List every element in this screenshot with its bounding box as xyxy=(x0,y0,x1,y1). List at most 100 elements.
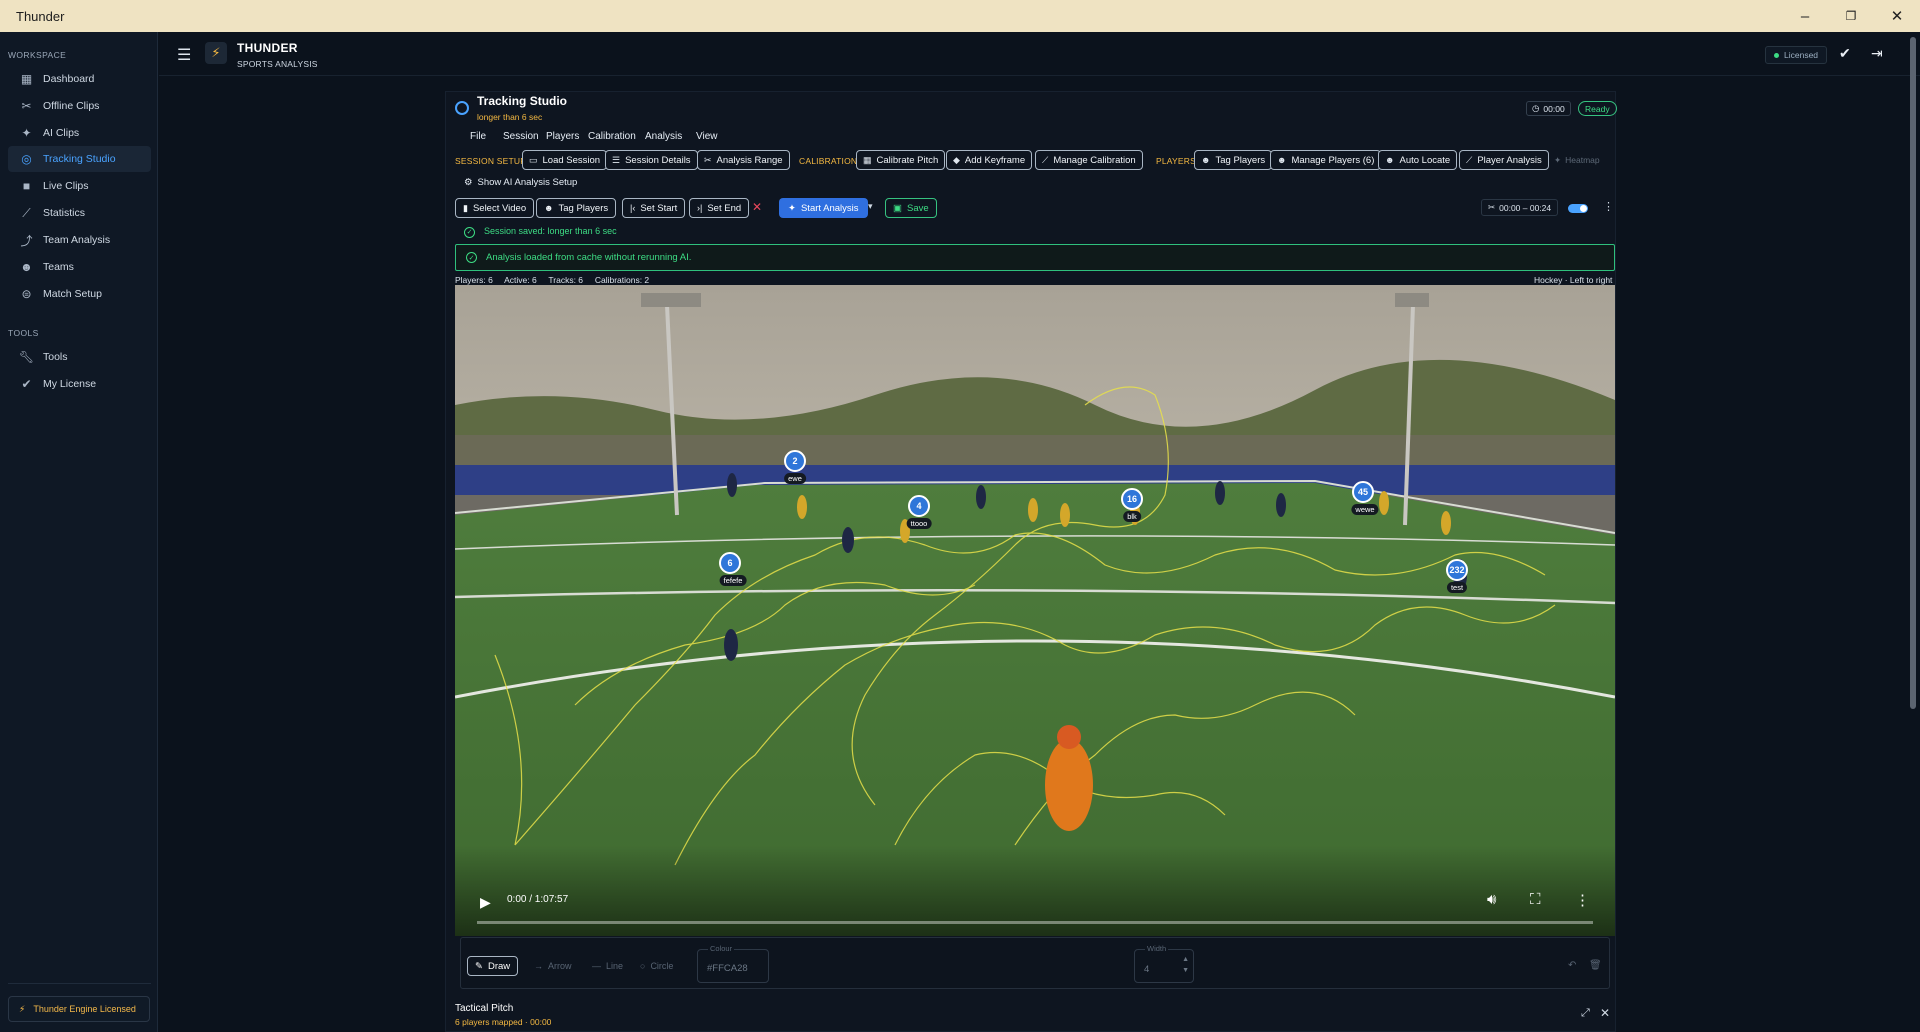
show-ai-setup-toggle[interactable]: ⚙ Show AI Analysis Setup xyxy=(464,177,577,188)
calibrate-pitch-button[interactable]: ▦ Calibrate Pitch xyxy=(856,150,946,170)
sidebar-item-statistics[interactable]: ⟋ Statistics xyxy=(8,200,151,226)
close-icon[interactable]: ✕ xyxy=(1600,1006,1610,1020)
menu-view[interactable]: View xyxy=(696,131,718,142)
fullscreen-icon[interactable]: ⛶ xyxy=(1530,891,1541,908)
start-analysis-button[interactable]: ✦ Start Analysis xyxy=(779,198,868,218)
undo-icon[interactable]: ↶ xyxy=(1568,960,1576,971)
video-time: 0:00 / 1:07:57 xyxy=(507,894,569,905)
status-badge: Ready xyxy=(1578,101,1617,116)
auto-locate-button[interactable]: ☻ Auto Locate xyxy=(1378,150,1458,170)
sidebar-item-tracking-studio[interactable]: ◎ Tracking Studio xyxy=(8,146,151,172)
sport-direction: Hockey · Left to right xyxy=(1534,275,1613,285)
sidebar-item-ai-clips[interactable]: ✦ AI Clips xyxy=(8,120,151,146)
menu-players[interactable]: Players xyxy=(546,131,579,142)
expand-icon[interactable]: ⤢ xyxy=(1581,1007,1590,1020)
button-label: Set End xyxy=(707,202,742,214)
logo: ⚡︎ xyxy=(205,42,227,64)
clock-icon: ◷ xyxy=(1532,103,1540,113)
scissors-icon: ✂ xyxy=(21,99,32,113)
tag-players-button-secondary[interactable]: ☻ Tag Players xyxy=(536,198,617,218)
folder-icon: ▭ xyxy=(529,154,538,165)
stepper-arrows-icon[interactable]: ▲ ▼ xyxy=(1182,954,1189,976)
license-status-text: Licensed xyxy=(1784,50,1819,60)
scissors-icon: ✂ xyxy=(704,154,712,165)
player-marker[interactable]: 232 xyxy=(1446,559,1468,581)
draw-button[interactable]: ✎ Draw xyxy=(467,956,519,976)
manage-calibration-button[interactable]: ⟋ Manage Calibration xyxy=(1035,150,1143,170)
more-options-icon[interactable]: ⋮ xyxy=(1575,891,1590,909)
menu-icon[interactable]: ☰ xyxy=(177,45,191,65)
brand-subtitle: SPORTS ANALYSIS xyxy=(237,59,318,69)
sidebar-item-my-license[interactable]: ✔ My License xyxy=(8,371,151,397)
menu-analysis[interactable]: Analysis xyxy=(645,131,682,142)
logout-icon[interactable]: ⇥ xyxy=(1871,45,1883,62)
button-label: Manage Calibration xyxy=(1053,154,1136,166)
circle-tool[interactable]: ○ Circle xyxy=(640,961,673,971)
player-marker[interactable]: 45 xyxy=(1352,481,1374,503)
session-details-button[interactable]: ☰ Session Details xyxy=(605,150,698,170)
player-name-label: fefefe xyxy=(719,575,747,586)
tool-label: Line xyxy=(606,961,624,971)
tools-section-label: TOOLS xyxy=(8,328,39,338)
sidebar-item-label: Match Setup xyxy=(43,288,102,300)
tracking-stats: Players: 6 Active: 6 Tracks: 6 Calibrati… xyxy=(455,275,650,285)
sidebar-item-match-setup[interactable]: ⊜ Match Setup xyxy=(8,281,151,307)
floodlight-left-head xyxy=(641,293,701,307)
drawing-toolbar xyxy=(460,937,1610,989)
manage-players-button[interactable]: ☻ Manage Players (6) xyxy=(1270,150,1382,170)
heatmap-button[interactable]: ✦ Heatmap xyxy=(1554,155,1600,166)
player-name-label: wewe xyxy=(1351,504,1379,515)
player-marker[interactable]: 6 xyxy=(719,552,741,574)
player-name-label: blk xyxy=(1123,511,1141,522)
sidebar-item-tools[interactable]: 🔧︎ Tools xyxy=(8,344,151,370)
add-keyframe-button[interactable]: ◆ Add Keyframe xyxy=(946,150,1033,170)
video-progress-bar[interactable] xyxy=(477,921,1593,924)
play-icon[interactable]: ▶ xyxy=(480,894,491,911)
tool-label: Arrow xyxy=(548,961,572,971)
load-session-button[interactable]: ▭ Load Session xyxy=(522,150,608,170)
people-icon: ☻ xyxy=(1277,155,1287,165)
width-stepper[interactable]: Width 4 ▲ ▼ xyxy=(1134,944,1194,983)
player-marker[interactable]: 4 xyxy=(908,495,930,517)
menu-session[interactable]: Session xyxy=(503,131,539,142)
sidebar-item-teams[interactable]: ☻ Teams xyxy=(8,254,151,280)
player-marker[interactable]: 2 xyxy=(784,450,806,472)
trash-icon[interactable]: 🗑︎ xyxy=(1589,960,1602,971)
player-marker[interactable]: 16 xyxy=(1121,488,1143,510)
verified-icon[interactable]: ✔ xyxy=(1839,45,1851,62)
clear-range-icon[interactable]: ✕ xyxy=(752,200,762,214)
sidebar-item-offline-clips[interactable]: ✂ Offline Clips xyxy=(8,93,151,119)
set-end-button[interactable]: ›| Set End xyxy=(689,198,750,218)
set-start-button[interactable]: |‹ Set Start xyxy=(622,198,686,218)
volume-icon[interactable]: 🔊︎ xyxy=(1487,891,1496,908)
line-tool[interactable]: — Line xyxy=(592,961,623,971)
trend-icon: ⟋ xyxy=(1042,154,1049,165)
page-scrollbar[interactable] xyxy=(1909,37,1917,1032)
save-button[interactable]: ▣ Save xyxy=(885,198,937,218)
range-toggle[interactable] xyxy=(1568,204,1588,213)
maximize-button[interactable]: ❐ xyxy=(1828,0,1874,32)
video-player[interactable]: 2 ewe 4 ttooo 16 blk 45 wewe 6 fefefe 23… xyxy=(455,285,1615,936)
tag-players-button[interactable]: ☻ Tag Players xyxy=(1194,150,1273,170)
select-video-button[interactable]: ▮ Select Video xyxy=(455,198,535,218)
scrollbar-thumb[interactable] xyxy=(1910,37,1916,709)
sidebar-item-label: Teams xyxy=(43,261,74,273)
floodlight-right-head xyxy=(1395,293,1429,307)
colour-field[interactable]: Colour #FFCA28 xyxy=(697,944,769,983)
check-circle-icon: ✓ xyxy=(466,252,477,263)
minimize-button[interactable]: – xyxy=(1782,0,1828,32)
sidebar: WORKSPACE ▦ Dashboard ✂ Offline Clips ✦ AI … xyxy=(0,32,158,1032)
chevron-down-icon[interactable]: ▾ xyxy=(868,201,873,212)
analysis-range-button[interactable]: ✂ Analysis Range xyxy=(697,150,790,170)
chart-icon: ⟋ xyxy=(22,205,31,220)
sidebar-item-team-analysis[interactable]: ⤴ Team Analysis xyxy=(8,227,151,253)
close-window-button[interactable]: ✕ xyxy=(1874,0,1920,32)
menu-calibration[interactable]: Calibration xyxy=(588,131,636,142)
sidebar-item-live-clips[interactable]: ■ Live Clips xyxy=(8,173,151,199)
menu-file[interactable]: File xyxy=(470,131,486,142)
sidebar-item-dashboard[interactable]: ▦ Dashboard xyxy=(8,66,151,92)
bolt-icon: ⚡︎ xyxy=(211,45,221,60)
player-analysis-button[interactable]: ⟋ Player Analysis xyxy=(1459,150,1549,170)
more-options-icon[interactable]: ⋮ xyxy=(1603,200,1614,213)
arrow-tool[interactable]: → Arrow xyxy=(534,961,572,971)
